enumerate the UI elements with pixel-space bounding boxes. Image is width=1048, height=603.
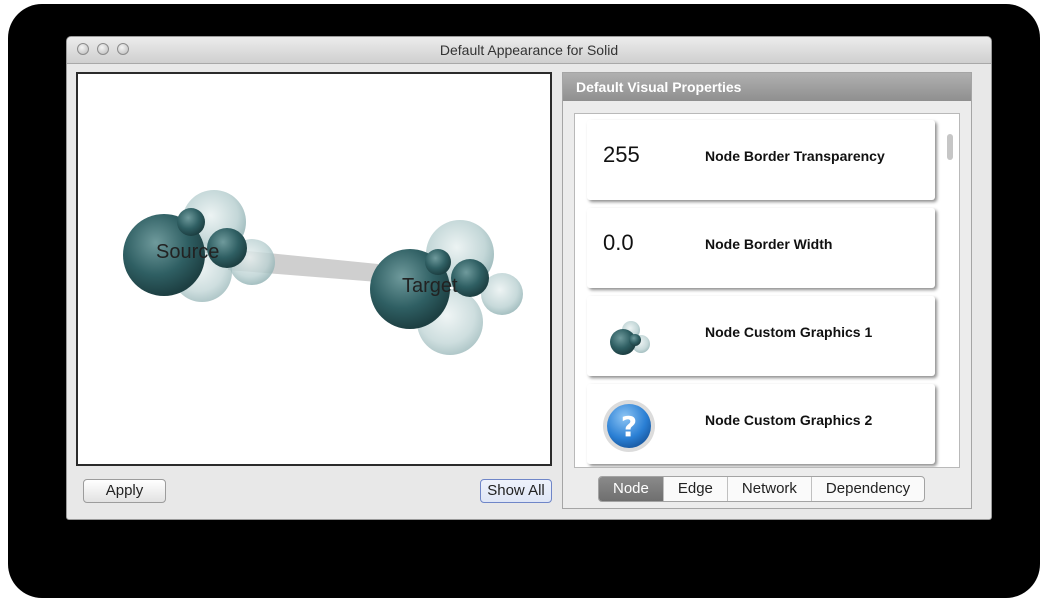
title-bar: Default Appearance for Solid [67,37,991,64]
tab-node[interactable]: Node [599,477,663,501]
property-value: 255 [603,142,640,167]
tab-dependency[interactable]: Dependency [810,477,924,501]
network-preview-svg [123,190,523,355]
property-row[interactable]: Node Custom Graphics 1 [587,296,935,376]
question-mark-icon: ? [603,400,655,452]
panel-title: Default Visual Properties [563,73,971,101]
tab-network[interactable]: Network [726,477,811,501]
target-node-label: Target [402,275,458,297]
property-label: Node Border Transparency [705,148,885,164]
property-row[interactable]: 0.0 Node Border Width [587,208,935,288]
default-visual-properties-panel: Default Visual Properties 255 Node Borde… [562,72,972,509]
properties-scrollbar[interactable] [947,134,953,160]
tab-edge[interactable]: Edge [662,477,727,501]
appearance-dialog: Default Appearance for Solid Source Targ… [66,36,992,520]
property-label: Node Border Width [705,236,833,252]
source-node-label: Source [156,241,220,263]
bubble-cluster-icon [610,321,650,355]
property-label: Node Custom Graphics 1 [705,324,873,340]
show-all-button[interactable]: Show All [480,479,552,503]
svg-text:?: ? [621,410,637,443]
property-value: 0.0 [603,230,634,255]
apply-button[interactable]: Apply [83,479,166,503]
property-row[interactable]: 255 Node Border Transparency [587,120,935,200]
property-label: Node Custom Graphics 2 [705,412,873,428]
properties-list[interactable]: 255 Node Border Transparency 0.0 Node Bo… [574,113,960,468]
window-title: Default Appearance for Solid [439,42,619,58]
network-preview-canvas[interactable]: Source Target [76,72,552,466]
property-row[interactable]: ? Node Custom Graphics 2 [587,384,935,464]
property-tabs: Node Edge Network Dependency [598,476,926,502]
